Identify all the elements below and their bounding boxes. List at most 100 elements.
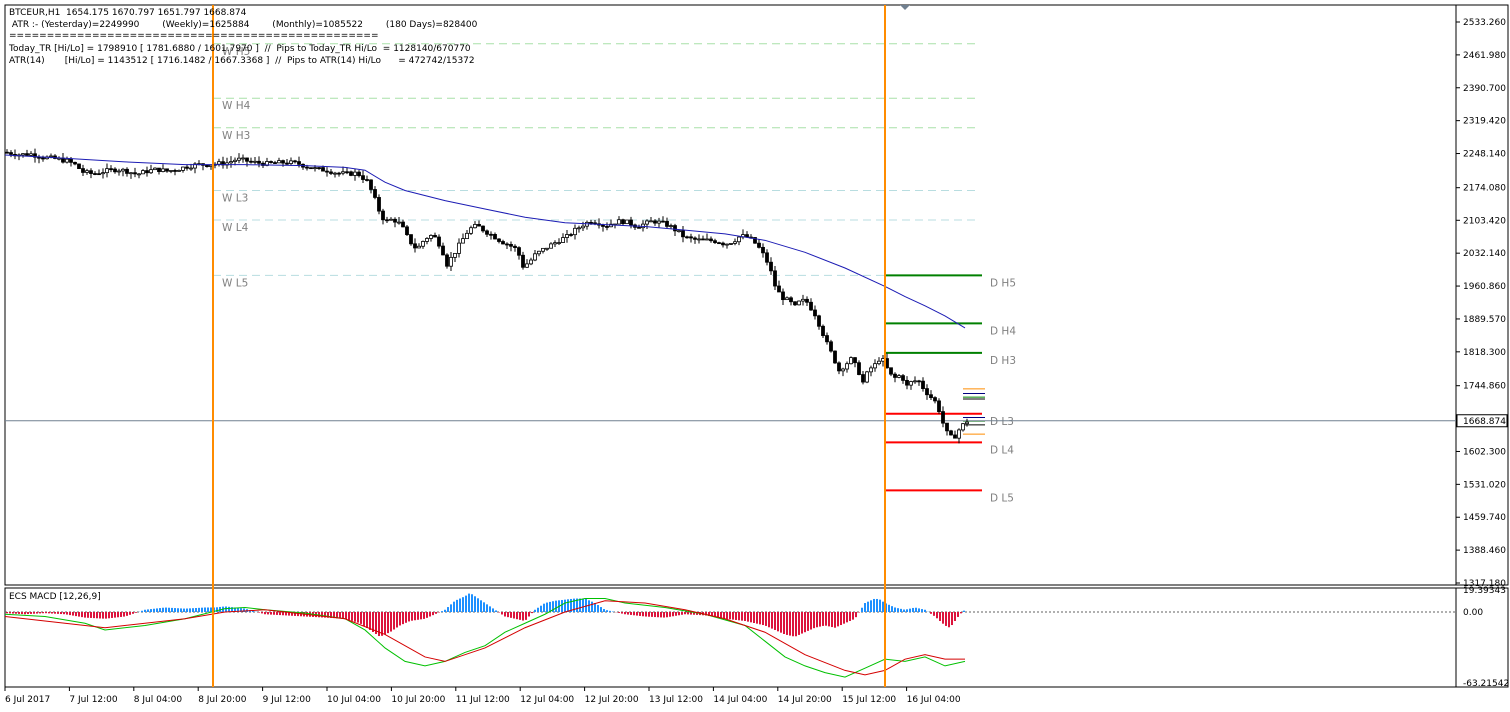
candle-body: [21, 153, 25, 156]
candle-body: [733, 241, 737, 244]
candle-body: [845, 363, 849, 370]
candle-body: [357, 171, 361, 177]
candle-body: [157, 167, 161, 172]
candle-body: [273, 162, 277, 164]
candle-body: [385, 219, 389, 222]
candle-body: [177, 170, 181, 172]
candle-body: [181, 166, 185, 171]
macd-tick-label: 0.00: [1463, 608, 1483, 618]
candle-body: [245, 157, 249, 162]
candle-body: [901, 375, 905, 381]
candle-body: [293, 160, 297, 163]
price-tick-label: 2461.980: [1463, 51, 1506, 61]
candle-body: [141, 170, 145, 175]
price-tick-label: 2390.700: [1463, 84, 1506, 94]
candle-body: [781, 291, 785, 301]
candle-body: [697, 238, 701, 241]
time-tick-label: 12 Jul 20:00: [585, 695, 639, 705]
price-tick-label: 1889.570: [1463, 315, 1506, 325]
candle-body: [169, 170, 173, 172]
candle-body: [877, 360, 881, 365]
candle-body: [761, 246, 765, 254]
candle-body: [721, 242, 725, 246]
candle-body: [725, 243, 729, 246]
candle-body: [353, 171, 357, 176]
separator-line: ========================================…: [9, 31, 379, 41]
candle-body: [441, 245, 445, 256]
candle-body: [701, 238, 705, 241]
atr14-readout: ATR(14) [Hi/Lo] = 1143512 [ 1716.1482 / …: [9, 56, 475, 66]
price-panel[interactable]: W H5W H4W H3W L3W L4W L5 D H5D H4D H3D L3…: [4, 4, 1509, 586]
candle-body: [949, 430, 953, 436]
candle-body: [189, 167, 193, 170]
candle-body: [825, 335, 829, 343]
candle-body: [421, 241, 425, 247]
time-tick-label: 16 Jul 04:00: [907, 695, 961, 705]
candle-body: [777, 285, 781, 293]
candle-body: [565, 234, 569, 238]
atr-summary: ATR :- (Yesterday)=2249990 (Weekly)=1625…: [9, 20, 478, 30]
candle-body: [821, 325, 825, 336]
candle-body: [437, 236, 441, 247]
time-tick-label: 8 Jul 20:00: [198, 695, 247, 705]
candle-body: [869, 367, 873, 373]
price-tick-label: 1531.020: [1463, 480, 1506, 490]
time-tick-label: 8 Jul 04:00: [134, 695, 183, 705]
candle-body: [61, 157, 65, 163]
time-tick-label: 12 Jul 04:00: [520, 695, 574, 705]
price-tick-label: 2533.260: [1463, 18, 1506, 28]
candle-body: [677, 230, 681, 233]
time-tick-label: 6 Jul 2017: [5, 695, 50, 705]
time-tick-label: 14 Jul 20:00: [778, 695, 832, 705]
candle-body: [573, 227, 577, 236]
candle-body: [961, 423, 965, 431]
candle-body: [449, 256, 453, 267]
candle-body: [889, 367, 893, 375]
candle-body: [637, 226, 641, 229]
candle-body: [581, 225, 585, 229]
weekly-level-label: W L5: [222, 277, 248, 289]
candle-body: [717, 242, 721, 245]
macd-panel[interactable]: [4, 587, 1509, 688]
candle-body: [305, 166, 309, 169]
candle-body: [373, 189, 377, 198]
price-tick-label: 2032.140: [1463, 249, 1506, 259]
candle-body: [445, 254, 449, 267]
candle-body: [817, 315, 821, 327]
candle-body: [5, 151, 9, 154]
candle-body: [805, 298, 809, 303]
weekly-level-label: W H4: [222, 100, 251, 112]
price-tick-label: 1960.860: [1463, 282, 1506, 292]
candle-body: [185, 166, 189, 169]
candle-body: [577, 227, 581, 230]
trading-chart[interactable]: W H5W H4W H3W L3W L4W L5 D H5D H4D H3D L3…: [0, 0, 1510, 712]
daily-level-label: D H4: [990, 325, 1016, 337]
candle-body: [617, 219, 621, 225]
candle-body: [117, 170, 121, 173]
candle-body: [409, 234, 413, 245]
price-panel-frame: [4, 4, 1509, 586]
candle-body: [481, 225, 485, 232]
moving-average-line: [4, 154, 966, 329]
candle-body: [429, 234, 433, 239]
candle-body: [313, 167, 317, 170]
candle-body: [85, 170, 89, 173]
price-tick-label: 2248.140: [1463, 150, 1506, 160]
candle-body: [461, 238, 465, 244]
price-tick-label: 1388.460: [1463, 546, 1506, 556]
candle-body: [873, 363, 877, 369]
price-tick-label: 1602.300: [1463, 447, 1506, 457]
price-tick-label: 1459.740: [1463, 513, 1506, 523]
candle-body: [77, 163, 81, 169]
candle-body: [277, 160, 281, 164]
candle-body: [249, 160, 253, 163]
candle-body: [113, 168, 117, 173]
macd-panel-frame: [4, 587, 1509, 688]
candle-body: [745, 234, 749, 238]
candle-body: [569, 234, 573, 236]
candle-body: [673, 225, 677, 232]
candle-body: [125, 168, 129, 174]
candle-body: [101, 172, 105, 175]
candle-body: [397, 221, 401, 224]
symbol-quote: BTCEUR,H1 1654.175 1670.797 1651.797 166…: [9, 8, 247, 18]
